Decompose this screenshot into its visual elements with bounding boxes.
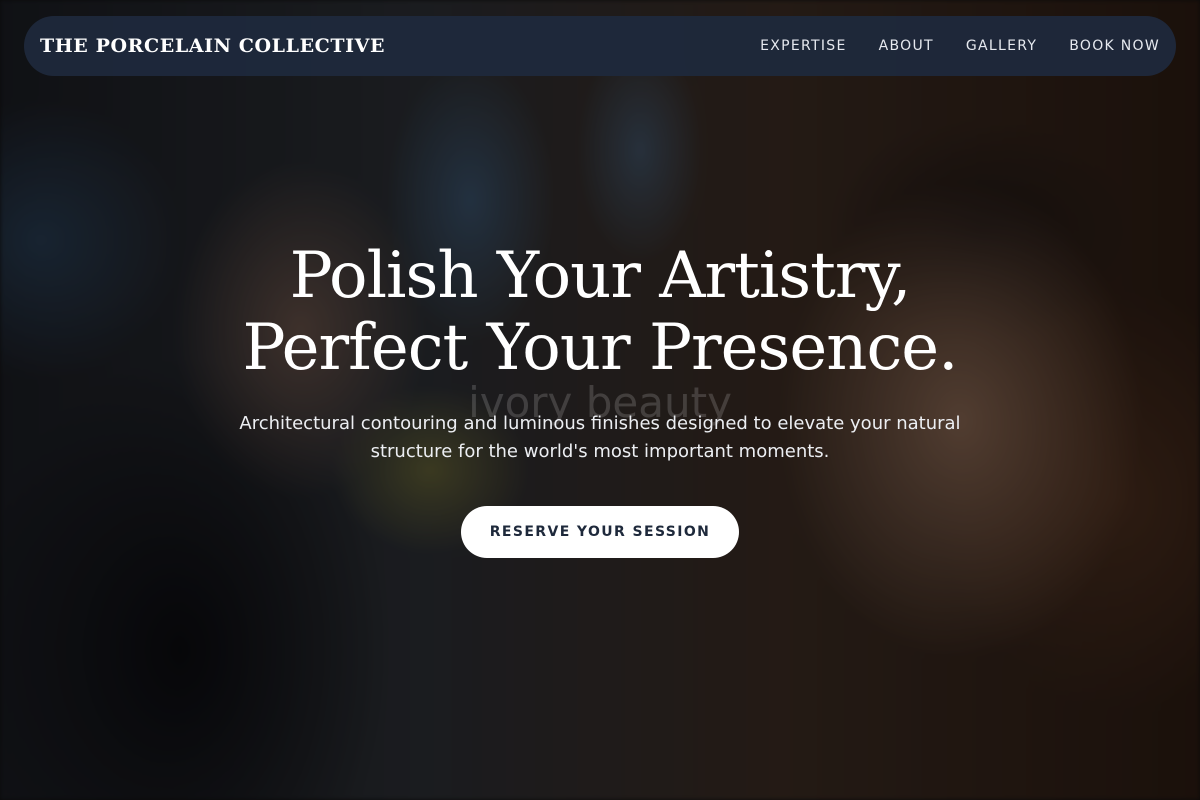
hero-title-line-1: Polish Your Artistry, — [289, 239, 912, 313]
nav-links: EXPERTISE ABOUT GALLERY BOOK NOW — [760, 38, 1160, 54]
brand-logo-text[interactable]: THE PORCELAIN COLLECTIVE — [40, 35, 385, 57]
nav-link-gallery[interactable]: GALLERY — [966, 38, 1037, 54]
hero-subtitle: Architectural contouring and luminous fi… — [239, 413, 961, 462]
hero-title-line-2: Perfect Your Presence. — [242, 311, 958, 385]
top-navbar: THE PORCELAIN COLLECTIVE EXPERTISE ABOUT… — [24, 16, 1176, 76]
nav-link-book-now[interactable]: BOOK NOW — [1069, 38, 1160, 54]
nav-link-about[interactable]: ABOUT — [879, 38, 934, 54]
hero-title: Polish Your Artistry, Perfect Your Prese… — [0, 240, 1200, 384]
reserve-session-button[interactable]: RESERVE YOUR SESSION — [461, 506, 739, 558]
nav-link-expertise[interactable]: EXPERTISE — [760, 38, 847, 54]
hero-section: Polish Your Artistry, Perfect Your Prese… — [0, 240, 1200, 558]
